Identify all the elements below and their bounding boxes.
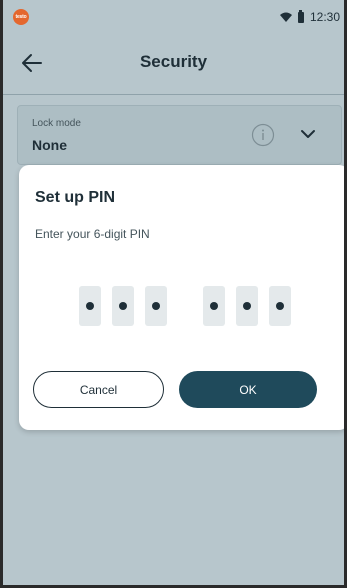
app-logo-text: testo <box>15 14 27 20</box>
app-bar-divider <box>3 94 344 95</box>
screen: testo 12:30 Security Lock mode None Set … <box>3 0 344 585</box>
pin-dot <box>86 302 94 310</box>
wifi-icon <box>279 12 292 22</box>
pin-digit-2[interactable] <box>112 286 134 326</box>
pin-digit-5[interactable] <box>236 286 258 326</box>
lock-mode-label: Lock mode <box>32 118 81 129</box>
pin-dot <box>276 302 284 310</box>
status-time: 12:30 <box>309 10 340 24</box>
device: testo 12:30 Security Lock mode None Set … <box>0 0 349 588</box>
pin-digit-4[interactable] <box>203 286 225 326</box>
device-frame-right <box>344 0 347 588</box>
app-logo: testo <box>13 9 29 25</box>
status-icons: 12:30 <box>279 9 340 24</box>
dialog-title: Set up PIN <box>35 189 116 206</box>
lock-mode-value: None <box>32 137 67 153</box>
pin-digit-1[interactable] <box>79 286 101 326</box>
battery-icon <box>297 9 304 23</box>
ok-button[interactable]: OK <box>179 371 317 408</box>
chevron-down-icon[interactable] <box>300 128 316 140</box>
pin-dot <box>210 302 218 310</box>
dialog-subtitle: Enter your 6-digit PIN <box>35 227 150 241</box>
pin-dot <box>119 302 127 310</box>
pin-digit-3[interactable] <box>145 286 167 326</box>
lock-mode-select[interactable]: Lock mode None <box>17 105 342 165</box>
info-icon[interactable] <box>251 123 275 147</box>
page-title: Security <box>139 52 208 71</box>
pin-input[interactable] <box>19 286 344 326</box>
app-bar: Security <box>3 34 344 92</box>
pin-digit-6[interactable] <box>269 286 291 326</box>
pin-dialog: Set up PIN Enter your 6-digit PIN Cancel… <box>19 165 344 430</box>
status-bar: testo 12:30 <box>3 0 344 34</box>
cancel-button[interactable]: Cancel <box>33 371 164 408</box>
pin-dot <box>152 302 160 310</box>
pin-dot <box>243 302 251 310</box>
